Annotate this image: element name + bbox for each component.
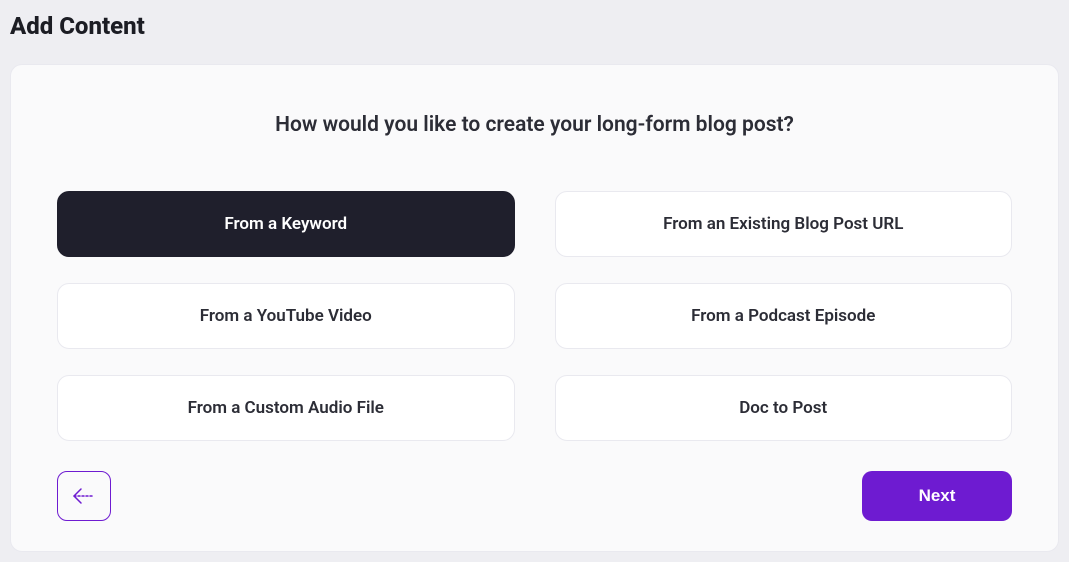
- page-title: Add Content: [10, 12, 1059, 40]
- option-label: Doc to Post: [739, 398, 827, 418]
- arrow-left-icon: [72, 487, 96, 505]
- back-button[interactable]: [57, 471, 111, 521]
- options-grid: From a Keyword From an Existing Blog Pos…: [57, 191, 1012, 441]
- option-label: From a YouTube Video: [200, 306, 372, 326]
- option-from-podcast[interactable]: From a Podcast Episode: [555, 283, 1013, 349]
- content-card: How would you like to create your long-f…: [10, 64, 1059, 552]
- heading: How would you like to create your long-f…: [57, 113, 1012, 137]
- option-from-keyword[interactable]: From a Keyword: [57, 191, 515, 257]
- option-from-youtube[interactable]: From a YouTube Video: [57, 283, 515, 349]
- option-label: From a Podcast Episode: [691, 306, 875, 326]
- footer-nav: Next: [57, 471, 1012, 521]
- option-doc-to-post[interactable]: Doc to Post: [555, 375, 1013, 441]
- option-from-blog-url[interactable]: From an Existing Blog Post URL: [555, 191, 1013, 257]
- next-button[interactable]: Next: [862, 471, 1012, 521]
- option-label: From a Keyword: [224, 214, 347, 234]
- option-from-audio-file[interactable]: From a Custom Audio File: [57, 375, 515, 441]
- option-label: From an Existing Blog Post URL: [663, 214, 903, 234]
- option-label: From a Custom Audio File: [188, 398, 384, 418]
